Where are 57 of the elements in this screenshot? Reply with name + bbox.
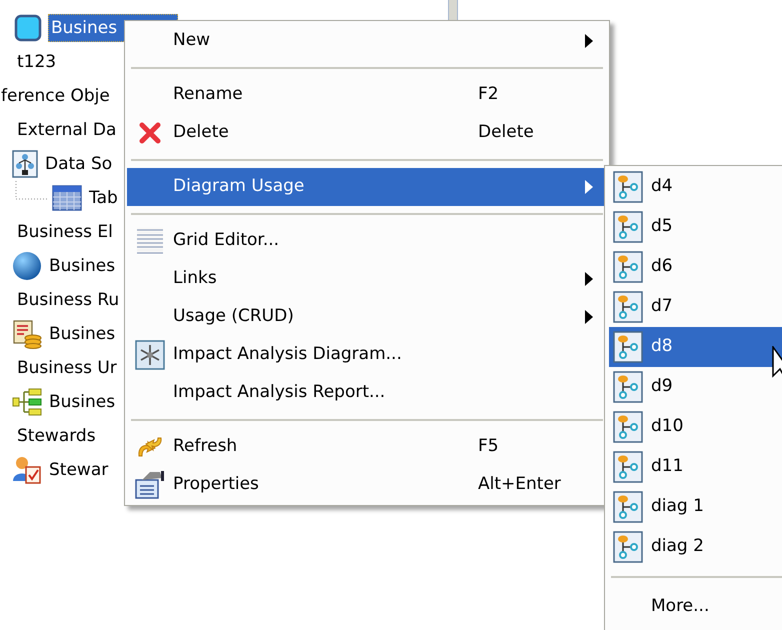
tree-item[interactable]: Tab [88,185,118,211]
diagram-icon [613,531,643,563]
tree-item[interactable]: Data So [44,151,112,177]
square-icon [14,14,42,42]
submenu-item[interactable]: d7 [609,287,782,327]
tree-item[interactable]: Stewar [48,457,108,483]
tree-item[interactable]: Busines [48,389,116,415]
tree-item[interactable]: External Da [16,117,116,143]
delete-icon [138,121,162,145]
menu-item[interactable]: Impact Analysis Report... [127,374,607,412]
tree-item[interactable]: Busines [48,253,116,279]
diagram-icon [613,171,643,203]
submenu-item[interactable]: d6 [609,247,782,287]
coins-icon [12,319,42,349]
menu-item[interactable]: Rename F2 [127,76,607,114]
diagram-icon [613,211,643,243]
grid-icon [136,227,164,255]
splitter-bar[interactable] [448,0,458,22]
tree-item[interactable]: Busines [48,321,116,347]
menu-item[interactable]: Diagram Usage [127,168,607,206]
diagram-icon [613,411,643,443]
snowflake-diagram-icon [135,340,165,370]
submenu-item[interactable]: d4 [609,167,782,207]
menu-item[interactable]: Delete Delete [127,114,607,152]
menu-item[interactable]: Properties Alt+Enter [127,466,607,504]
diagram-icon [613,451,643,483]
submenu-item[interactable]: More... [609,587,782,627]
submenu-item[interactable]: d8 [609,327,782,367]
diagram-icon [613,331,643,363]
table-icon [52,185,82,211]
tree-item[interactable]: Business Ur [16,355,117,381]
menu-item[interactable]: Links [127,260,607,298]
diagram-icon [613,291,643,323]
submenu-item[interactable]: diag 2 [609,527,782,567]
data-source-icon [12,150,38,178]
properties-icon [134,470,166,500]
hierarchy-icon [12,387,42,417]
submenu-item[interactable]: d10 [609,407,782,447]
diagram-icon [613,491,643,523]
tree-item[interactable]: t123 [16,49,56,75]
submenu-item[interactable]: d5 [609,207,782,247]
menu-item[interactable]: Usage (CRUD) [127,298,607,336]
submenu-item[interactable]: diag 1 [609,487,782,527]
submenu-item[interactable]: d11 [609,447,782,487]
menu-item[interactable]: Impact Analysis Diagram... [127,336,607,374]
tree-item[interactable]: Business Ru [16,287,120,313]
tree-item[interactable]: Business El [16,219,113,245]
tree-connector [14,181,48,201]
tree-item[interactable]: ference Obje [0,83,110,109]
globe-icon [12,251,42,281]
diagram-icon [613,371,643,403]
person-clipboard-icon [12,455,42,485]
menu-item[interactable]: Grid Editor... [127,222,607,260]
menu-item[interactable]: Refresh F5 [127,428,607,466]
tree-item[interactable]: Stewards [16,423,96,449]
submenu-item[interactable]: d9 [609,367,782,407]
diagram-icon [613,251,643,283]
